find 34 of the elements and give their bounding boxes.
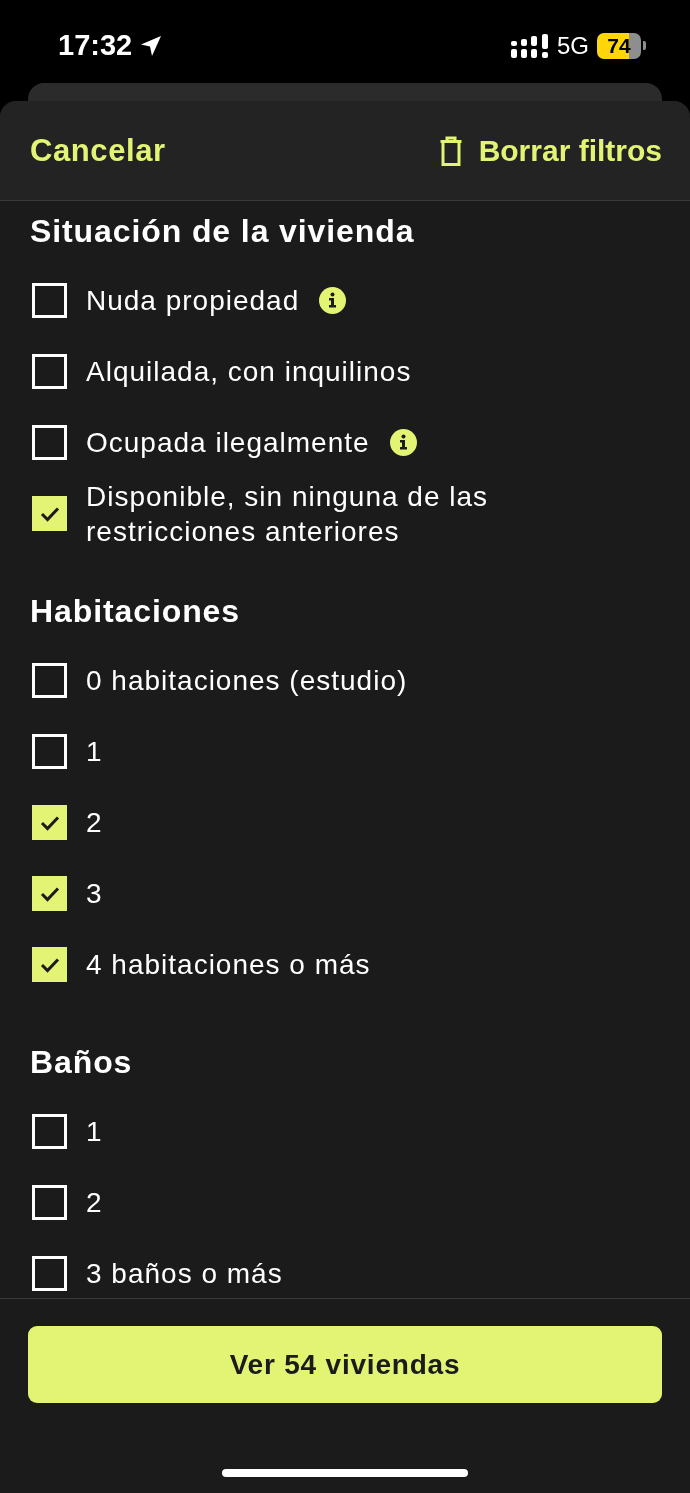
- checkbox[interactable]: [32, 876, 67, 911]
- option-label: Alquilada, con inquilinos: [86, 355, 412, 389]
- option-label: 0 habitaciones (estudio): [86, 664, 408, 698]
- option-label: 1: [86, 735, 103, 769]
- option-label: 1: [86, 1115, 103, 1149]
- option-label: Ocupada ilegalmente: [86, 426, 370, 460]
- section-title: Situación de la vivienda: [30, 212, 416, 251]
- network-type: 5G: [557, 33, 589, 58]
- option-label: 2: [86, 806, 103, 840]
- check-icon: [39, 814, 60, 831]
- option-label: 3 baños o más: [86, 1257, 283, 1291]
- option-label: Nuda propiedad: [86, 284, 300, 318]
- check-icon: [39, 505, 60, 522]
- option-label: 4 habitaciones o más: [86, 948, 371, 982]
- trash-icon: [438, 135, 463, 166]
- option-label: 2: [86, 1186, 103, 1220]
- section-title: Habitaciones: [30, 592, 241, 631]
- show-results-button[interactable]: Ver 54 viviendas: [28, 1326, 662, 1403]
- option-label: Disponible, sin ninguna de las restricciones anteriores: [86, 479, 490, 549]
- check-icon: [39, 885, 60, 902]
- option-label: 3: [86, 877, 103, 911]
- check-icon: [39, 956, 60, 973]
- checkbox[interactable]: [32, 496, 67, 531]
- checkbox[interactable]: [32, 805, 67, 840]
- status-time: 17:32: [58, 31, 133, 60]
- cancel-button[interactable]: Cancelar: [30, 131, 166, 170]
- signal-icon: [511, 33, 549, 58]
- clear-filters-button[interactable]: Borrar filtros: [438, 132, 662, 169]
- checkbox[interactable]: [32, 947, 67, 982]
- section-title: Baños: [30, 1043, 134, 1082]
- location-arrow-icon: [140, 34, 163, 57]
- battery-percentage: 74: [597, 32, 641, 59]
- info-icon[interactable]: [389, 429, 417, 456]
- info-icon[interactable]: [319, 287, 347, 314]
